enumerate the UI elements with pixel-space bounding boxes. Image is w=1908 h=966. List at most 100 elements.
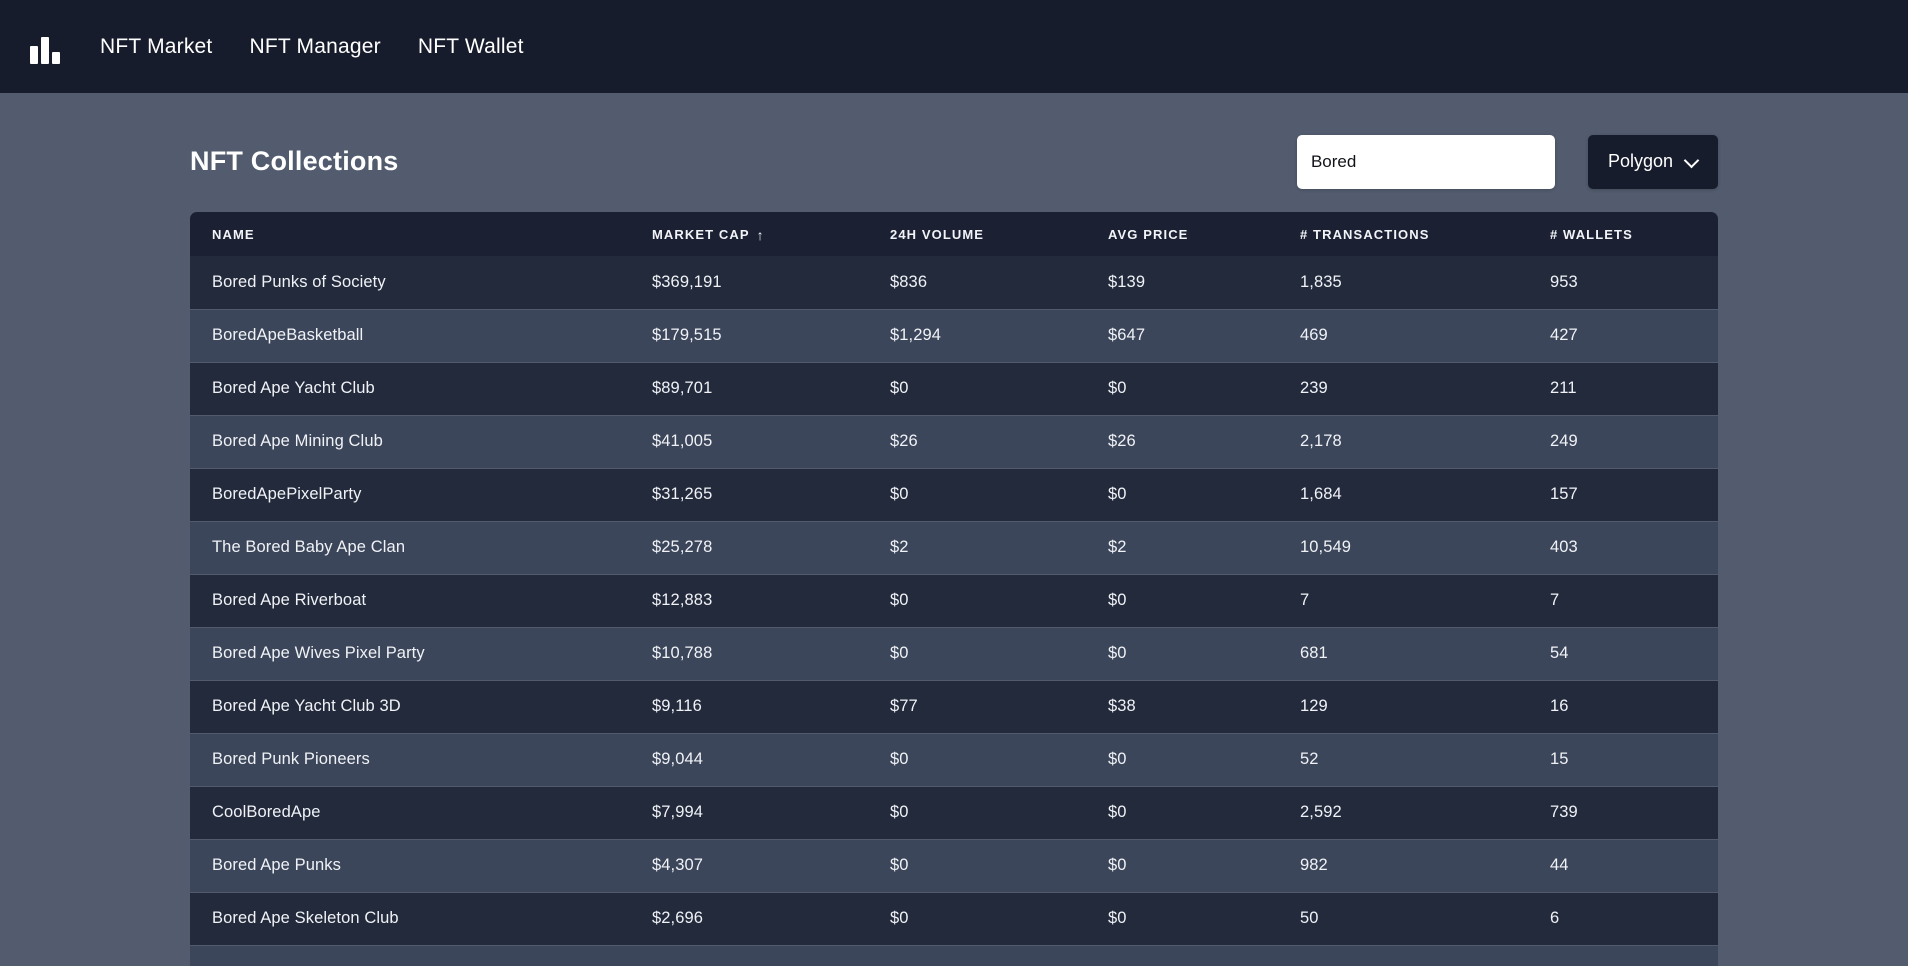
cell-wallets: 15	[1550, 750, 1569, 768]
table-row[interactable]: BoredApePixelParty $31,265 $0 $0 1,684 157	[190, 468, 1718, 521]
column-header-transactions-label: # TRANSACTIONS	[1300, 226, 1430, 242]
page-title: NFT Collections	[190, 146, 399, 176]
table-row[interactable]: Bored Punks of Society $369,191 $836 $139 1,…	[190, 256, 1718, 309]
nav-link-nft-manager[interactable]: NFT Manager	[249, 35, 380, 59]
top-navbar: NFT Market NFT Manager NFT Wallet	[0, 0, 1908, 93]
chain-filter-dropdown[interactable]: Polygon	[1587, 134, 1718, 189]
cell-avg_price: $139	[1108, 272, 1146, 291]
cell-market_cap	[630, 945, 868, 966]
cell-transactions: 469	[1300, 326, 1328, 344]
cell-avg_price: $647	[1108, 326, 1146, 344]
cell-market_cap: $31,265	[652, 485, 713, 503]
cell-wallets: 953	[1550, 272, 1578, 291]
cell-wallets: 44	[1550, 856, 1569, 874]
column-header-24h-volume-label: 24H VOLUME	[890, 226, 985, 242]
cell-name	[190, 945, 630, 966]
table-row[interactable]: CoolBoredApe $7,994 $0 $0 2,592 739	[190, 786, 1718, 839]
bar-chart-icon[interactable]	[28, 30, 62, 64]
table-row[interactable]: Bored Ape Yacht Club $89,701 $0 $0 239 211	[190, 362, 1718, 415]
cell-avg_price: $0	[1108, 856, 1127, 874]
cell-transactions: 1,835	[1300, 272, 1342, 291]
cell-volume_24h: $77	[890, 697, 918, 715]
cell-volume_24h: $836	[890, 272, 928, 291]
cell-volume_24h: $0	[890, 750, 909, 768]
cell-market_cap: $2,696	[652, 909, 704, 927]
column-header-wallets[interactable]: # WALLETS	[1528, 212, 1718, 256]
column-header-avg-price-label: AVG PRICE	[1108, 226, 1189, 242]
cell-name: BoredApeBasketball	[212, 326, 364, 344]
search-input[interactable]	[1296, 134, 1555, 189]
cell-transactions: 2,178	[1300, 432, 1342, 450]
cell-name: Bored Punk Pioneers	[212, 750, 370, 768]
main-content: NFT Collections Polygon NAME MARKET CAP ↑…	[0, 93, 1908, 966]
cell-name: BoredApePixelParty	[212, 485, 362, 503]
chain-filter-label: Polygon	[1607, 151, 1673, 171]
table-row[interactable]: Bored Ape Riverboat $12,883 $0 $0 7 7	[190, 574, 1718, 627]
cell-volume_24h: $0	[890, 909, 909, 927]
cell-volume_24h: $0	[890, 803, 909, 821]
cell-volume_24h: $1,294	[890, 326, 942, 344]
cell-wallets: 6	[1550, 909, 1560, 927]
cell-name: Bored Ape Wives Pixel Party	[212, 644, 425, 662]
column-header-24h-volume[interactable]: 24H VOLUME	[868, 212, 1086, 256]
cell-market_cap: $7,994	[652, 803, 704, 821]
cell-market_cap: $10,788	[652, 644, 713, 662]
column-header-market-cap[interactable]: MARKET CAP ↑	[630, 212, 868, 256]
logo-bar-3	[52, 51, 60, 64]
cell-transactions: 10,549	[1300, 538, 1352, 556]
cell-market_cap: $12,883	[652, 591, 713, 609]
cell-market_cap: $9,044	[652, 750, 704, 768]
cell-transactions: 1,684	[1300, 485, 1342, 503]
table-body: Bored Punks of Society $369,191 $836 $139 1,…	[190, 256, 1718, 966]
column-header-name-label: NAME	[212, 226, 255, 242]
table-header: NAME MARKET CAP ↑ 24H VOLUME AVG PRICE # …	[190, 212, 1718, 256]
cell-volume_24h: $0	[890, 485, 909, 503]
nav-link-nft-market[interactable]: NFT Market	[100, 35, 212, 59]
cell-avg_price: $0	[1108, 485, 1127, 503]
table-header-row: NAME MARKET CAP ↑ 24H VOLUME AVG PRICE # …	[190, 212, 1718, 256]
cell-volume_24h: $2	[890, 538, 909, 556]
cell-name: The Bored Baby Ape Clan	[212, 538, 406, 556]
cell-market_cap: $369,191	[652, 272, 722, 291]
cell-wallets	[1528, 945, 1718, 966]
collections-table-wrapper: NAME MARKET CAP ↑ 24H VOLUME AVG PRICE # …	[190, 212, 1718, 966]
cell-market_cap: $25,278	[652, 538, 713, 556]
column-header-name[interactable]: NAME	[190, 212, 630, 256]
cell-name: Bored Ape Yacht Club 3D	[212, 697, 401, 715]
table-row[interactable]	[190, 945, 1718, 966]
table-row[interactable]: Bored Punk Pioneers $9,044 $0 $0 52 15	[190, 733, 1718, 786]
table-row[interactable]: Bored Ape Yacht Club 3D $9,116 $77 $38 129 16	[190, 680, 1718, 733]
column-header-avg-price[interactable]: AVG PRICE	[1086, 212, 1278, 256]
column-header-transactions[interactable]: # TRANSACTIONS	[1278, 212, 1528, 256]
table-row[interactable]: Bored Ape Mining Club $41,005 $26 $26 2,178 2…	[190, 415, 1718, 468]
nav-link-nft-wallet[interactable]: NFT Wallet	[418, 35, 524, 59]
cell-avg_price	[1086, 945, 1278, 966]
cell-avg_price: $0	[1108, 750, 1127, 768]
cell-wallets: 7	[1550, 591, 1560, 609]
cell-avg_price: $38	[1108, 697, 1136, 715]
table-row[interactable]: The Bored Baby Ape Clan $25,278 $2 $2 10,549…	[190, 521, 1718, 574]
cell-name: Bored Ape Mining Club	[212, 432, 383, 450]
cell-name: Bored Ape Skeleton Club	[212, 909, 399, 927]
table-row[interactable]: BoredApeBasketball $179,515 $1,294 $647 469 4…	[190, 309, 1718, 362]
column-header-wallets-label: # WALLETS	[1550, 226, 1633, 242]
cell-wallets: 157	[1550, 485, 1578, 503]
cell-market_cap: $9,116	[652, 697, 702, 715]
sort-ascending-icon: ↑	[756, 226, 765, 243]
cell-wallets: 16	[1550, 697, 1569, 715]
cell-avg_price: $26	[1108, 432, 1136, 450]
table-row[interactable]: Bored Ape Skeleton Club $2,696 $0 $0 50 6	[190, 892, 1718, 945]
cell-avg_price: $0	[1108, 379, 1127, 397]
cell-wallets: 54	[1550, 644, 1569, 662]
cell-wallets: 211	[1550, 379, 1577, 397]
cell-volume_24h: $0	[890, 591, 909, 609]
cell-market_cap: $179,515	[652, 326, 722, 344]
cell-transactions: 681	[1300, 644, 1328, 662]
table-row[interactable]: Bored Ape Punks $4,307 $0 $0 982 44	[190, 839, 1718, 892]
cell-avg_price: $2	[1108, 538, 1127, 556]
table-row[interactable]: Bored Ape Wives Pixel Party $10,788 $0 $0 68…	[190, 627, 1718, 680]
cell-name: Bored Ape Punks	[212, 856, 342, 874]
cell-avg_price: $0	[1108, 909, 1127, 927]
cell-market_cap: $41,005	[652, 432, 713, 450]
cell-transactions: 129	[1300, 697, 1328, 715]
